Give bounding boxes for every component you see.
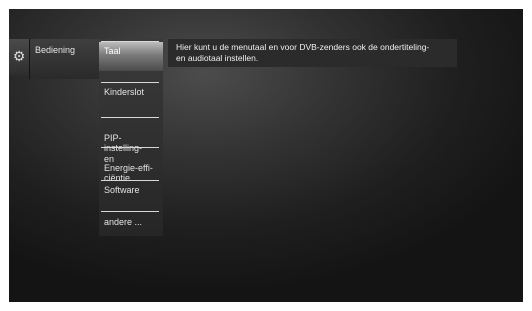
- menu-item-andere[interactable]: andere ...: [99, 212, 163, 236]
- tv-screen: ⚙ Bediening Taal Kinderslot PIP-instelli…: [9, 9, 523, 302]
- menu-item-label: Software: [104, 185, 140, 195]
- help-text-box: Hier kunt u de menutaal en voor DVB-zend…: [168, 39, 457, 67]
- category-bediening[interactable]: Bediening: [35, 45, 75, 56]
- menu-item-taal[interactable]: Taal: [99, 42, 163, 71]
- menu-item-label: Kinderslot: [104, 87, 145, 97]
- menu-item-energie-efficientie[interactable]: Energie-effi- ciëntie: [99, 148, 163, 184]
- help-text: Hier kunt u de menutaal en voor DVB-zend…: [176, 42, 430, 63]
- menu-item-software[interactable]: Software: [99, 181, 163, 210]
- menu-item-kinderslot[interactable]: Kinderslot: [99, 83, 163, 116]
- menu-item-label: andere ...: [104, 217, 143, 227]
- category-column: Bediening: [29, 39, 99, 79]
- menu-item-label: Taal: [104, 46, 121, 56]
- gear-icon[interactable]: ⚙: [9, 39, 29, 75]
- menu-item-pip-instellingen[interactable]: PIP-instelling- en: [99, 118, 163, 164]
- submenu-column: Taal Kinderslot PIP-instelling- en Energ…: [99, 39, 163, 236]
